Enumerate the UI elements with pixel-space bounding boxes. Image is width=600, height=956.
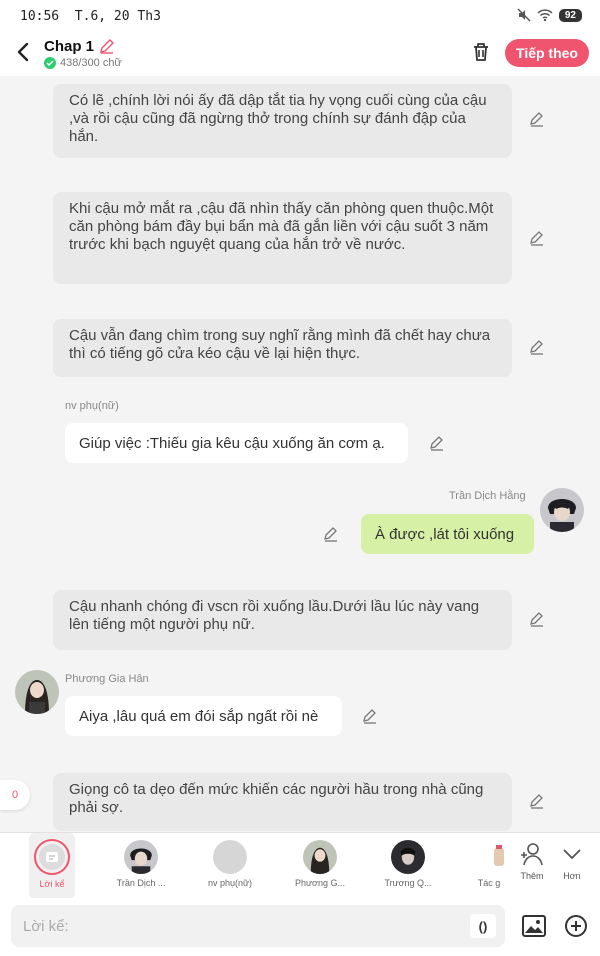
status-time: 10:56 T.6, 20 Th3 [20,9,161,24]
character-name: Phương Gia Hân [65,673,149,685]
avatar [391,840,425,874]
narration-block[interactable]: Có lẽ ,chính lời nói ấy đã dập tắt tia h… [53,84,512,158]
collapse-label: Hơn [563,871,581,881]
editor-header: Chap 1 438/300 chữ Tiếp theo [0,34,600,76]
edit-title-icon[interactable] [98,37,116,55]
narration-block[interactable]: Giọng cô ta dẹo đến mức khiến các người … [53,773,512,831]
date-text: T.6, 20 Th3 [74,9,161,24]
character-nv-phu-nu[interactable]: nv phụ(nữ) [200,833,260,899]
character-label: Trương Q... [384,878,432,888]
story-content[interactable]: Có lẽ ,chính lời nói ấy đã dập tắt tia h… [0,76,600,832]
character-phuong-gia-han[interactable]: Phương G... [290,833,350,899]
chat-bubble[interactable]: Aiya ,lâu quá em đói sắp ngất rồi nè [65,696,342,736]
check-icon [44,57,56,69]
clock-text: 10:56 [20,9,60,24]
parentheses-button[interactable]: () [470,914,496,938]
character-label: nv phụ(nữ) [207,878,253,888]
plus-circle-icon[interactable] [564,914,588,938]
chapter-title[interactable]: Chap 1 [44,37,116,55]
narration-block[interactable]: Cậu nhanh chóng đi vscn rồi xuống lầu.Dư… [53,590,512,650]
character-label: Phương G... [295,878,345,888]
character-name: nv phụ(nữ) [65,400,119,412]
character-truong-q[interactable]: Trương Q... [378,833,438,899]
trash-icon[interactable] [469,40,493,64]
avatar [213,840,247,874]
add-character-button[interactable]: Thêm [512,841,552,881]
edit-icon[interactable] [361,707,379,725]
edit-icon[interactable] [322,525,340,543]
image-icon[interactable] [521,913,547,939]
chat-bubble[interactable]: À được ,lát tôi xuống [361,514,534,554]
character-label: Trần Dịch ... [116,878,166,888]
chevron-down-icon [563,849,581,860]
avatar [124,840,158,874]
character-tran-dich-hang[interactable]: Trần Dịch ... [112,833,170,899]
avatar [303,840,337,874]
avatar[interactable] [540,488,584,532]
edit-icon[interactable] [528,229,546,247]
status-icons: 92 [517,8,582,22]
narration-block[interactable]: Khi cậu mở mắt ra ,cậu đã nhìn thấy căn … [53,192,512,284]
narration-input[interactable] [11,905,505,947]
mute-icon [517,8,531,22]
character-tac-gia[interactable]: Tác g [474,833,504,899]
word-count-text: 438/300 chữ [60,57,122,69]
chapter-title-text: Chap 1 [44,37,95,55]
add-character-label: Thêm [520,871,544,881]
character-label: Tác g [477,878,501,888]
edit-icon[interactable] [428,434,446,452]
character-name: Trần Dịch Hằng [449,490,526,502]
chat-bubble[interactable]: Giúp việc :Thiếu gia kêu cậu xuống ăn cơ… [65,423,408,463]
edit-icon[interactable] [528,110,546,128]
avatar [486,840,504,874]
battery-icon: 92 [558,8,582,22]
edit-icon[interactable] [528,792,546,810]
collapse-button[interactable]: Hơn [552,841,592,881]
add-person-icon [521,843,543,866]
composer: () [0,898,600,956]
avatar[interactable] [15,670,59,714]
character-narrator[interactable]: Lời kể [29,833,75,899]
character-bar: Lời kể Trần Dịch ... nv phụ(nữ) Phương G… [0,832,600,899]
word-count: 438/300 chữ [44,57,122,69]
status-bar: 10:56 T.6, 20 Th3 92 [0,0,600,34]
edit-icon[interactable] [528,610,546,628]
narrator-icon [34,839,70,875]
wifi-icon [537,9,553,22]
character-label: Lời kể [39,879,65,889]
back-arrow-icon[interactable] [12,40,36,64]
next-chapter-button[interactable]: Tiếp theo [505,39,589,67]
comment-count-badge[interactable]: 0 [0,780,30,810]
narration-block[interactable]: Cậu vẫn đang chìm trong suy nghĩ rằng mì… [53,319,512,377]
edit-icon[interactable] [528,338,546,356]
